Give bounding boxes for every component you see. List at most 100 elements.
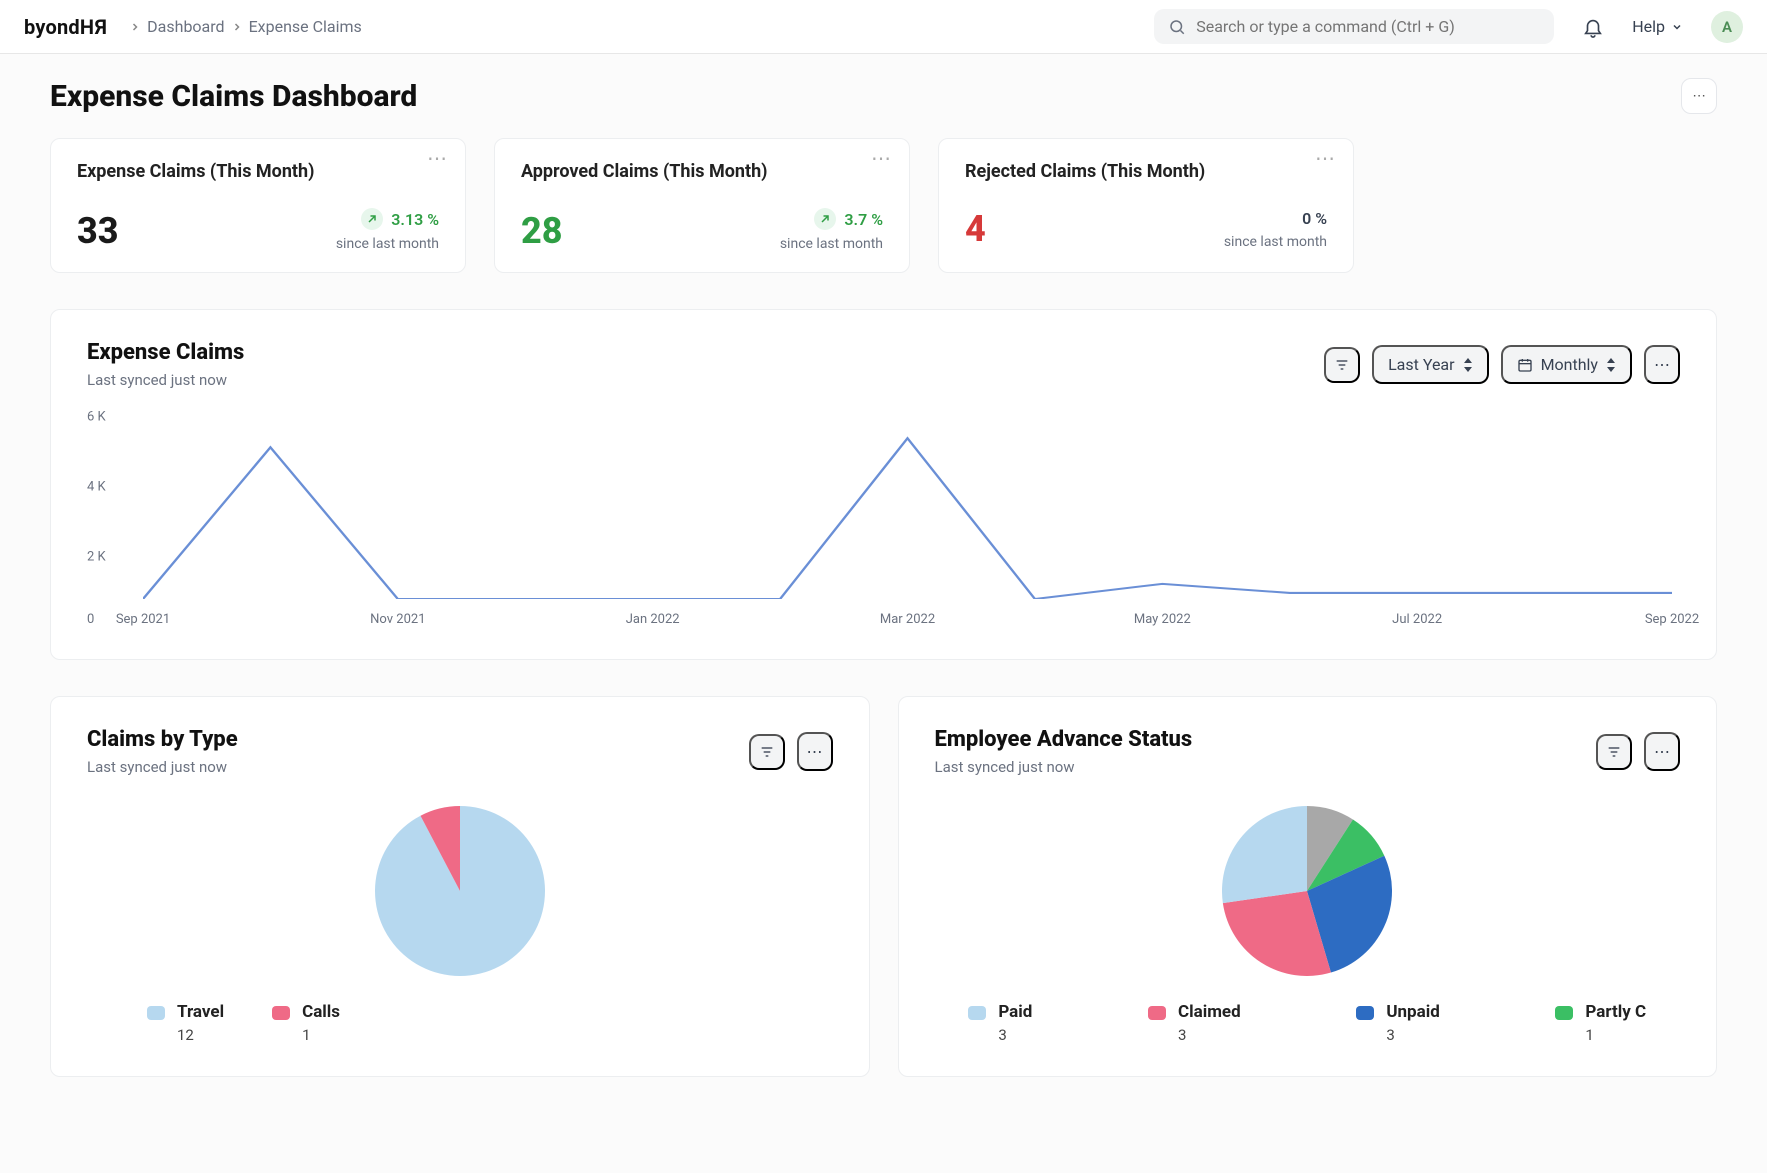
legend-swatch <box>968 1006 986 1020</box>
sort-icon <box>1463 358 1473 372</box>
x-tick: May 2022 <box>1134 612 1191 627</box>
avatar-initial: A <box>1722 18 1732 36</box>
legend-swatch <box>1555 1006 1573 1020</box>
legend-item: Claimed 3 <box>1148 1002 1241 1044</box>
legend-count: 12 <box>177 1026 224 1044</box>
avatar[interactable]: A <box>1711 11 1743 43</box>
help-menu[interactable]: Help <box>1632 17 1683 36</box>
page-title: Expense Claims Dashboard <box>50 79 417 114</box>
help-label: Help <box>1632 17 1665 36</box>
search-box[interactable] <box>1154 9 1554 44</box>
panel-more-button[interactable]: ⋯ <box>1644 732 1680 771</box>
legend-count: 3 <box>1386 1026 1439 1044</box>
kpi-more-button[interactable]: ⋯ <box>871 153 893 163</box>
x-tick: Sep 2021 <box>116 612 170 627</box>
y-tick: 0 <box>87 612 94 627</box>
panel-claims-by-type: Claims by Type Last synced just now ⋯ <box>50 696 870 1077</box>
legend-name: Partly C <box>1585 1002 1646 1022</box>
legend-swatch <box>1356 1006 1374 1020</box>
x-tick: Jan 2022 <box>626 612 680 627</box>
legend-item: Paid3 <box>968 1002 1032 1044</box>
legend-item: Unpaid 3 <box>1356 1002 1439 1044</box>
ellipsis-icon: ⋯ <box>1692 89 1705 104</box>
ellipsis-icon: ⋯ <box>1654 355 1670 374</box>
kpi-value: 28 <box>521 210 563 252</box>
topbar: byondHR Dashboard Expense Claims Help A <box>0 0 1767 54</box>
brand-logo[interactable]: byondHR <box>24 15 107 39</box>
panel-more-button[interactable]: ⋯ <box>1644 345 1680 384</box>
chevron-down-icon <box>1671 21 1683 33</box>
legend-item: Partly C 1 <box>1555 1002 1646 1044</box>
arrow-up-right-icon <box>814 208 836 230</box>
legend-swatch <box>272 1006 290 1020</box>
panel-expense-claims: Expense Claims Last synced just now Last… <box>50 309 1717 660</box>
brand-suffix: HR <box>80 15 107 39</box>
x-tick: Mar 2022 <box>880 612 935 627</box>
panel-title: Expense Claims <box>87 340 244 365</box>
panel-sub: Last synced just now <box>87 371 244 389</box>
kpi-title: Approved Claims (This Month) <box>521 161 883 182</box>
legend-swatch <box>1148 1006 1166 1020</box>
legend-name: Travel <box>177 1002 224 1022</box>
panel-more-button[interactable]: ⋯ <box>797 732 833 771</box>
legend-name: Unpaid <box>1386 1002 1439 1022</box>
panel-advance-status: Employee Advance Status Last synced just… <box>898 696 1718 1077</box>
search-input[interactable] <box>1196 17 1540 36</box>
bell-icon[interactable] <box>1582 16 1604 38</box>
y-tick: 4 K <box>87 479 106 494</box>
sort-icon <box>1606 358 1616 372</box>
y-tick: 2 K <box>87 549 106 564</box>
kpi-title: Rejected Claims (This Month) <box>965 161 1327 182</box>
panel-sub: Last synced just now <box>935 758 1193 776</box>
kpi-card-approved-claims: Approved Claims (This Month) ⋯ 28 3.7 % … <box>494 138 910 273</box>
range-label: Last Year <box>1388 355 1455 374</box>
pie-chart <box>1222 806 1392 976</box>
page-more-button[interactable]: ⋯ <box>1681 78 1717 114</box>
kpi-trend: 3.13 % <box>361 208 439 230</box>
x-tick: Sep 2022 <box>1645 612 1699 627</box>
kpi-more-button[interactable]: ⋯ <box>427 153 449 163</box>
legend-name: Claimed <box>1178 1002 1241 1022</box>
filter-button[interactable] <box>1596 734 1632 770</box>
pie-chart <box>375 806 545 976</box>
filter-icon <box>759 744 775 760</box>
filter-icon <box>1606 744 1622 760</box>
x-tick: Jul 2022 <box>1392 612 1442 627</box>
kpi-more-button[interactable]: ⋯ <box>1315 153 1337 163</box>
kpi-sub: since last month <box>1224 234 1327 250</box>
kpi-trend-value: 3.7 % <box>844 210 883 229</box>
kpi-trend: 3.7 % <box>814 208 883 230</box>
breadcrumb-dashboard[interactable]: Dashboard <box>147 17 224 36</box>
kpi-sub: since last month <box>780 236 883 252</box>
range-selector[interactable]: Last Year <box>1372 345 1489 384</box>
x-tick: Nov 2021 <box>370 612 425 627</box>
legend-name: Calls <box>302 1002 340 1022</box>
legend-name: Paid <box>998 1002 1032 1022</box>
kpi-value: 33 <box>77 210 119 252</box>
ellipsis-icon: ⋯ <box>1654 742 1670 761</box>
line-chart: 6 K 4 K 2 K 0 Sep 2021Nov 2021Jan 2022Ma… <box>87 417 1680 627</box>
calendar-icon <box>1517 357 1533 373</box>
chevron-right-icon <box>129 21 141 33</box>
interval-selector[interactable]: Monthly <box>1501 345 1632 384</box>
legend-item: Calls 1 <box>272 1002 340 1044</box>
panel-sub: Last synced just now <box>87 758 238 776</box>
legend-count: 3 <box>1178 1026 1241 1044</box>
chevron-right-icon <box>231 21 243 33</box>
breadcrumb-expense-claims[interactable]: Expense Claims <box>249 17 362 36</box>
panel-title: Employee Advance Status <box>935 727 1193 752</box>
kpi-title: Expense Claims (This Month) <box>77 161 439 182</box>
interval-label: Monthly <box>1541 355 1598 374</box>
y-tick: 6 K <box>87 410 106 425</box>
brand-text: byond <box>24 15 80 39</box>
arrow-up-right-icon <box>361 208 383 230</box>
kpi-card-expense-claims: Expense Claims (This Month) ⋯ 33 3.13 % … <box>50 138 466 273</box>
kpi-card-rejected-claims: Rejected Claims (This Month) ⋯ 4 0 % sin… <box>938 138 1354 273</box>
kpi-value: 4 <box>965 208 986 250</box>
filter-button[interactable] <box>749 734 785 770</box>
legend-swatch <box>147 1006 165 1020</box>
legend-count: 1 <box>302 1026 340 1044</box>
kpi-trend-value: 0 % <box>1302 209 1327 228</box>
legend-count: 1 <box>1585 1026 1646 1044</box>
filter-button[interactable] <box>1324 347 1360 383</box>
